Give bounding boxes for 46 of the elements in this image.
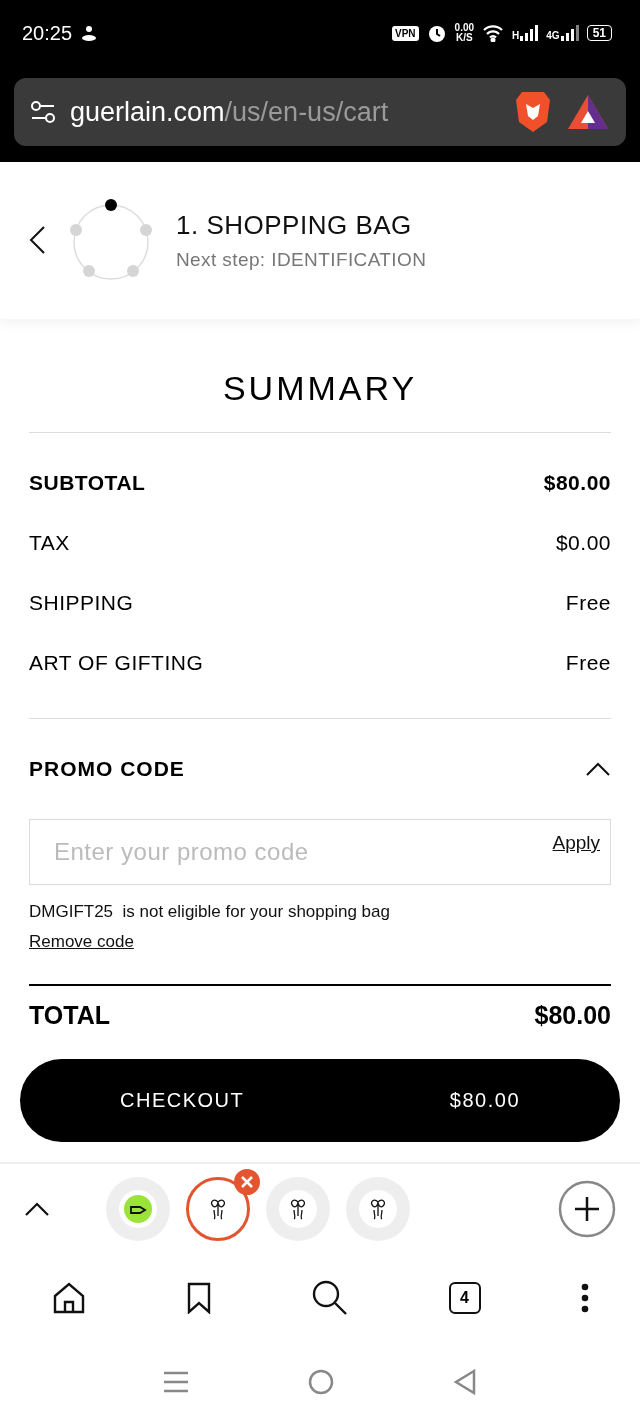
close-tab-icon[interactable] xyxy=(234,1168,260,1195)
signal-indicator: H xyxy=(512,25,539,41)
promo-code-title: PROMO CODE xyxy=(29,757,185,782)
summary-value: $0.00 xyxy=(555,531,611,556)
summary-label: TAX xyxy=(29,531,70,556)
menu-icon[interactable] xyxy=(164,1370,188,1395)
checkout-button[interactable]: CHECKOUT $80.00 xyxy=(20,1059,620,1143)
bookmark-button[interactable] xyxy=(185,1282,212,1315)
new-tab-button[interactable] xyxy=(558,1179,616,1238)
promo-error-message: DMGIFT25 is not eligible for your shopping bag xyxy=(29,902,391,923)
signal-indicator: 4G xyxy=(546,25,579,41)
total-value: $80.00 xyxy=(534,1000,611,1030)
summary-value: Free xyxy=(565,651,611,676)
collapse-button[interactable] xyxy=(585,761,611,778)
summary-label: SUBTOTAL xyxy=(29,471,146,496)
more-menu-icon[interactable] xyxy=(580,1283,590,1314)
summary-label: SHIPPING xyxy=(29,591,134,616)
network-speed: 0.00 K/S xyxy=(454,23,475,43)
tab-count-button[interactable]: 4 xyxy=(448,1282,481,1315)
summary-label: ART OF GIFTING xyxy=(29,651,204,676)
expand-button[interactable] xyxy=(24,1200,50,1217)
step-title: 1. SHOPPING BAG xyxy=(176,209,413,241)
alarm-icon xyxy=(426,23,447,43)
site-settings-icon[interactable] xyxy=(30,100,56,124)
bee-logo-icon xyxy=(208,1197,228,1220)
summary-value: $80.00 xyxy=(543,471,611,496)
promo-code-field[interactable]: Enter your promo code Apply xyxy=(29,819,611,886)
bee-logo-icon xyxy=(288,1197,308,1220)
clock-time: 20:25 xyxy=(22,21,73,45)
wifi-icon xyxy=(482,24,505,42)
home-button[interactable] xyxy=(52,1281,86,1316)
browser-tab[interactable] xyxy=(186,1176,250,1241)
remove-code-link[interactable]: Remove code xyxy=(29,932,134,953)
total-label: TOTAL xyxy=(29,1000,110,1030)
home-circle-icon[interactable] xyxy=(308,1369,334,1396)
summary-value: Free xyxy=(565,591,611,616)
back-button[interactable] xyxy=(28,225,46,256)
tag-icon xyxy=(124,1194,152,1223)
next-step-text: Next step: IDENTIFICATION xyxy=(176,248,427,271)
summary-title: SUMMARY xyxy=(29,319,611,434)
battery-indicator: 51 xyxy=(586,25,612,41)
apply-link[interactable]: Apply xyxy=(552,832,600,885)
triangle-logo-icon[interactable] xyxy=(566,93,610,131)
back-triangle-icon[interactable] xyxy=(454,1369,476,1396)
bee-logo-icon xyxy=(368,1197,388,1220)
vpn-indicator: VPN xyxy=(392,25,419,41)
